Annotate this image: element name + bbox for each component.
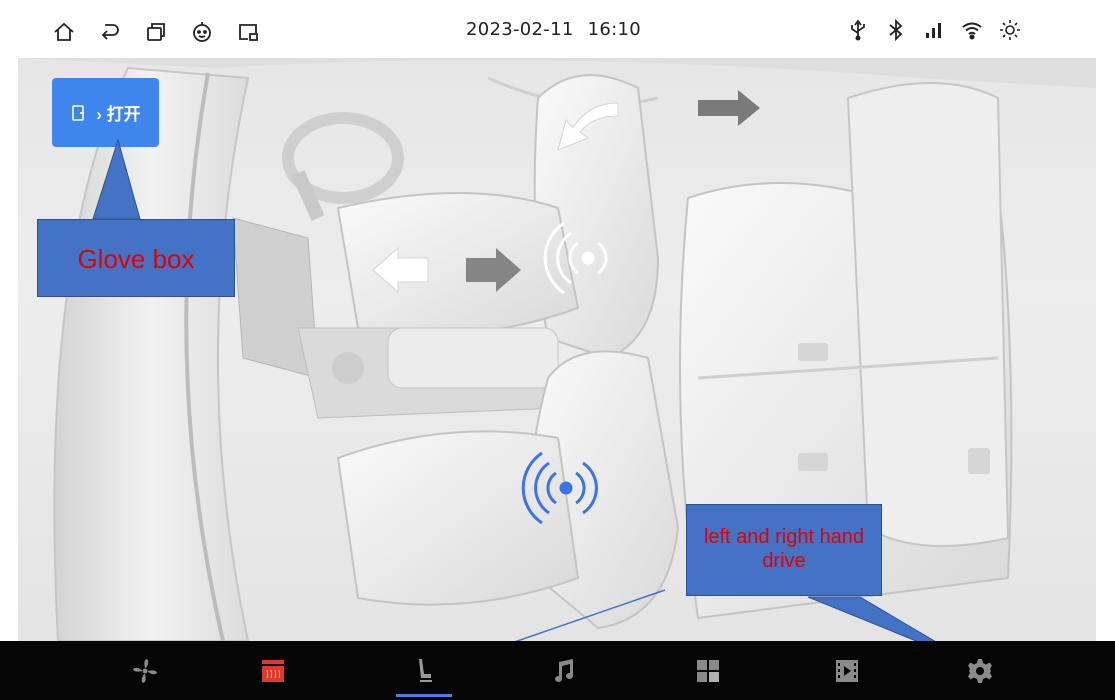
settings-icon (968, 658, 992, 683)
nav-item-music[interactable] (534, 641, 594, 700)
back-icon[interactable] (98, 20, 122, 44)
fan-icon (133, 658, 157, 683)
time-text: 16:10 (587, 19, 641, 40)
screen: 2023-02-11 16:10 › 打开 Glove box left and… (0, 0, 1115, 700)
signal-icon (922, 18, 946, 42)
bluetooth-icon (884, 18, 908, 42)
glove-box-callout: Glove box (37, 219, 235, 297)
nav-item-settings[interactable] (950, 641, 1010, 700)
glove-box-open-button[interactable]: › 打开 (52, 78, 159, 147)
home-icon[interactable] (52, 20, 76, 44)
nav-item-fan[interactable] (115, 641, 175, 700)
nav-item-apps[interactable] (678, 641, 738, 700)
screen-cast-icon[interactable] (236, 20, 260, 44)
glove-box-open-label: › 打开 (96, 105, 141, 124)
heater-icon (262, 659, 284, 682)
apps-grid-icon (697, 659, 719, 682)
usb-icon (846, 18, 870, 42)
status-bar-left (52, 20, 260, 44)
status-bar-right (846, 18, 1022, 42)
seat-icon (419, 658, 432, 682)
music-icon (555, 658, 573, 682)
video-icon (836, 659, 858, 682)
nav-item-video[interactable] (817, 641, 877, 700)
status-bar: 2023-02-11 16:10 (0, 0, 1115, 58)
recent-apps-icon[interactable] (144, 20, 168, 44)
date-text: 2023-02-11 (466, 19, 574, 40)
brightness-icon[interactable] (998, 18, 1022, 42)
car-interior-illustration (18, 58, 1096, 641)
glove-box-open-icon (72, 104, 85, 121)
nav-item-seat[interactable] (394, 641, 454, 700)
wifi-icon (960, 18, 984, 42)
assistant-icon[interactable] (190, 20, 214, 44)
seat-control-view (18, 58, 1096, 641)
drive-side-callout: left and right hand drive (686, 504, 882, 596)
nav-item-heater[interactable] (243, 641, 303, 700)
datetime: 2023-02-11 16:10 (466, 19, 641, 40)
bottom-nav (0, 641, 1115, 700)
nav-active-indicator (396, 694, 452, 697)
